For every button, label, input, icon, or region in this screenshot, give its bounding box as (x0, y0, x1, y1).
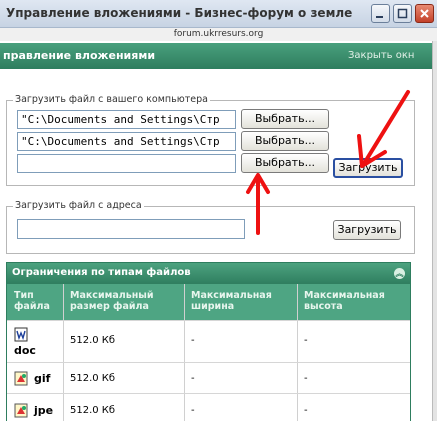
minimize-icon (376, 16, 383, 18)
limits-column-headers: Тип файла Максимальный размер файла Макс… (7, 284, 410, 320)
column-max-height-label: Максимальная высота (304, 290, 385, 312)
image-file-icon (14, 371, 28, 386)
maximize-icon (397, 8, 408, 19)
browse-button-2[interactable]: Выбрать... (241, 131, 329, 151)
column-max-size-label: Максимальный размер файла (70, 290, 154, 312)
max-height-value: - (304, 405, 308, 416)
limits-title: Ограничения по типам файлов (12, 267, 191, 278)
browse-button-3[interactable]: Выбрать... (241, 153, 329, 173)
window-title: Управление вложениями - Бизнес-форум о з… (6, 6, 353, 20)
upload-from-url-legend: Загрузить файл с адреса (13, 200, 144, 211)
max-height-value: - (304, 373, 308, 384)
window-title-bar: Управление вложениями - Бизнес-форум о з… (0, 0, 437, 28)
max-height-value: - (304, 335, 308, 346)
close-icon (420, 9, 429, 18)
column-type: Тип файла (14, 290, 50, 312)
browse-button-1[interactable]: Выбрать... (241, 109, 329, 129)
upload-from-computer-group: Загрузить файл с вашего компьютера "C:\D… (6, 94, 415, 186)
upload-from-url-group: Загрузить файл с адреса Загрузить (6, 200, 415, 254)
max-width-value: - (191, 405, 195, 416)
max-width-value: - (191, 335, 195, 346)
max-size-value: 512.0 Кб (70, 335, 116, 346)
column-max-size: Максимальный размер файла (70, 290, 154, 312)
maximize-button[interactable] (393, 4, 412, 23)
url-input[interactable] (17, 219, 245, 239)
file-path-input-1[interactable]: "C:\Documents and Settings\Стр (17, 110, 236, 129)
column-max-width: Максимальная ширина (191, 290, 272, 312)
close-window-link[interactable]: Закрыть окн (348, 50, 414, 61)
max-width-value: - (191, 373, 195, 384)
limits-header: Ограничения по типам файлов ︽ (7, 263, 410, 284)
address-bar: forum.ukrresurs.org (0, 28, 437, 41)
table-row: doc 512.0 Кб - - (7, 320, 410, 362)
file-type-gif: gif (34, 372, 51, 385)
column-max-width-label: Максимальная ширина (191, 290, 272, 312)
max-size-value: 512.0 Кб (70, 373, 116, 384)
file-type-limits-panel: Ограничения по типам файлов ︽ Тип файла … (6, 262, 411, 421)
page-url: forum.ukrresurs.org (173, 29, 264, 39)
minimize-button[interactable] (371, 4, 390, 23)
table-row: gif 512.0 Кб - - (7, 362, 410, 393)
vertical-scrollbar[interactable] (432, 41, 437, 421)
max-size-value: 512.0 Кб (70, 405, 116, 416)
close-window-button[interactable] (415, 4, 434, 23)
page-header: правление вложениями Закрыть окн (0, 43, 432, 69)
word-document-icon (14, 327, 28, 342)
column-type-label: Тип файла (14, 290, 50, 312)
upload-url-button[interactable]: Загрузить (333, 220, 401, 240)
upload-from-computer-legend: Загрузить файл с вашего компьютера (13, 94, 210, 105)
table-row: jpe 512.0 Кб - - (7, 393, 410, 421)
file-path-input-2[interactable]: "C:\Documents and Settings\Стр (17, 132, 236, 151)
collapse-icon[interactable]: ︽ (394, 268, 405, 279)
upload-button[interactable]: Загрузить (333, 158, 403, 178)
image-file-icon (14, 403, 28, 418)
column-max-height: Максимальная высота (304, 290, 385, 312)
file-type-doc: doc (14, 344, 36, 357)
attachments-page: правление вложениями Закрыть окн Загрузи… (0, 41, 432, 421)
page-title: правление вложениями (3, 49, 156, 62)
file-type-jpe: jpe (34, 404, 54, 417)
file-path-input-3[interactable] (17, 154, 236, 173)
